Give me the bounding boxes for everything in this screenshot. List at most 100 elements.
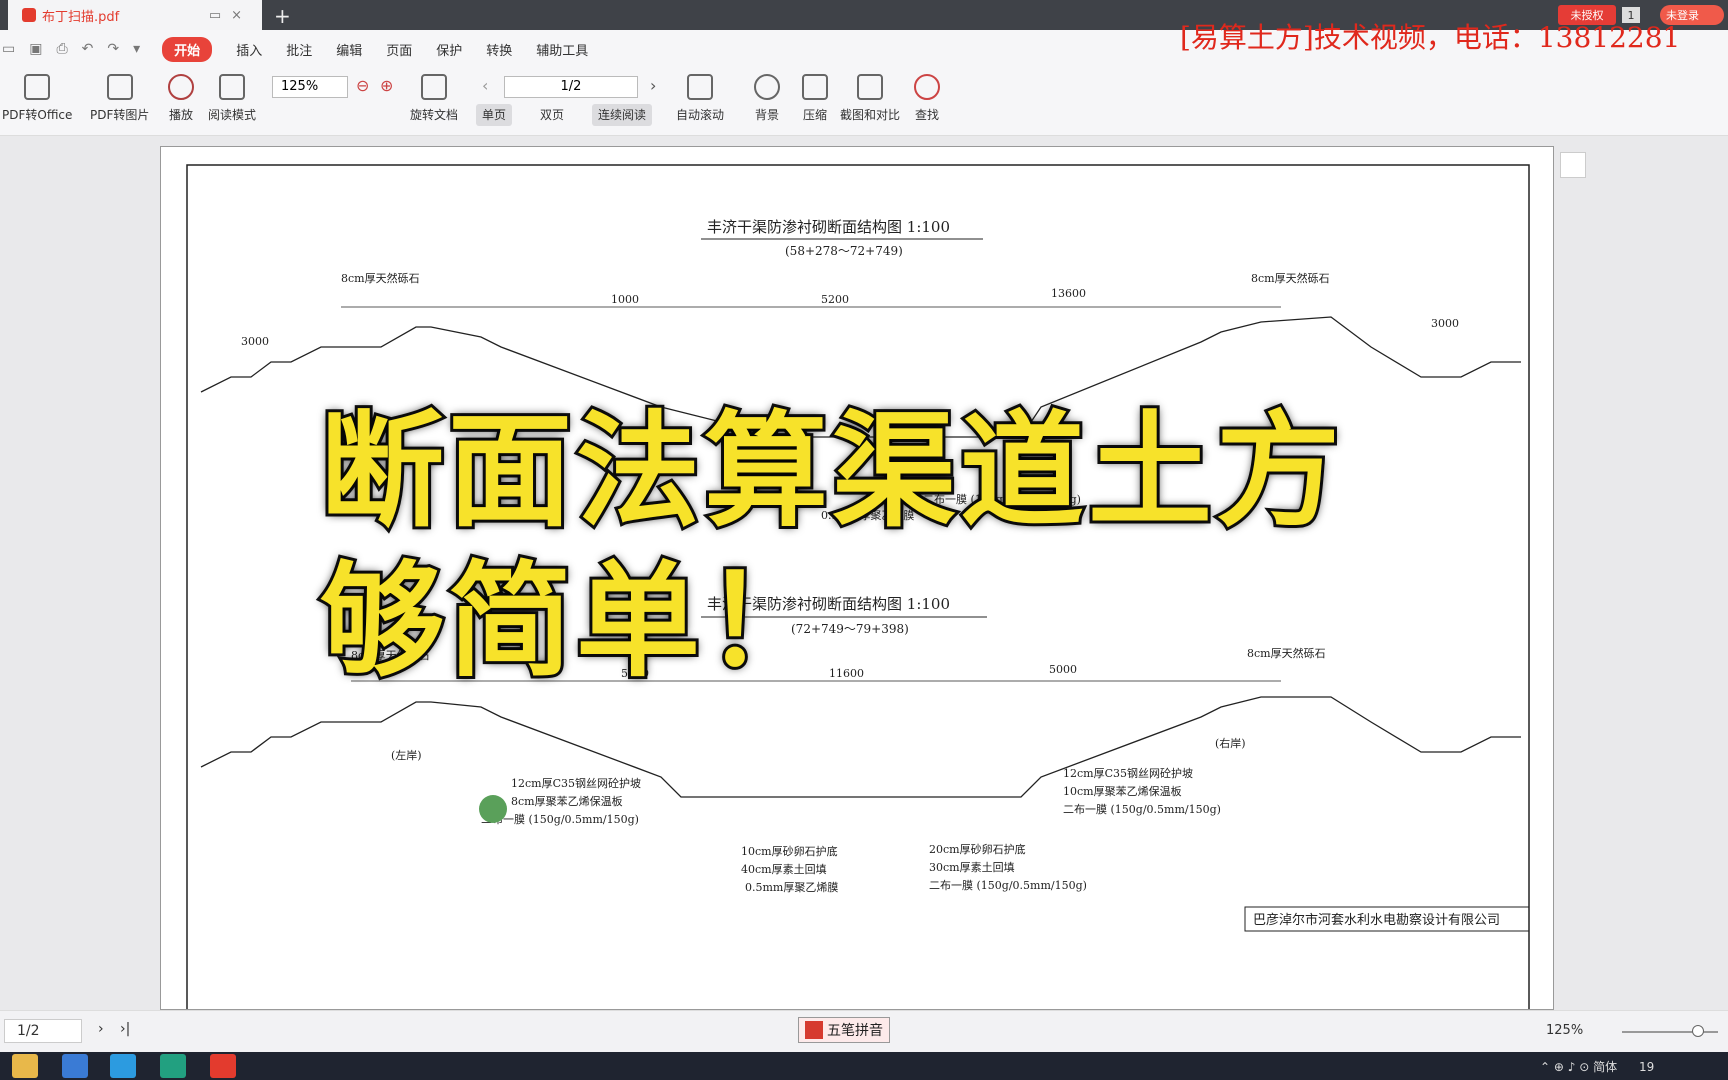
compress-icon — [802, 74, 828, 100]
layer-left-2: 8cm厚聚苯乙烯保温板 — [511, 794, 623, 808]
rotate-icon — [421, 74, 447, 100]
search-icon — [914, 74, 940, 100]
layer-left-1: 12cm厚C35钢丝网砼护坡 — [511, 776, 641, 790]
play-button[interactable]: 播放 — [168, 74, 194, 123]
book-icon — [219, 74, 245, 100]
menu-page[interactable]: 页面 — [386, 40, 412, 59]
ribbon-toolbar: PDF转Office PDF转图片 播放 阅读模式 125% ⊖ ⊕ 旋转文档 … — [0, 68, 1728, 136]
layer-right-2: 10cm厚聚苯乙烯保温板 — [1063, 784, 1182, 798]
stone-label-4: 8cm厚天然砾石 — [1247, 646, 1326, 660]
clock[interactable]: 19 — [1639, 1060, 1654, 1074]
app-icon[interactable] — [62, 1054, 88, 1078]
layer-right-1: 12cm厚C35钢丝网砼护坡 — [1063, 766, 1193, 780]
bottom-left-2: 40cm厚素土回填 — [741, 862, 827, 876]
right-bank-label: (右岸) — [1215, 736, 1246, 750]
zoom-slider[interactable] — [1622, 1025, 1718, 1037]
menu-start[interactable]: 开始 — [162, 36, 213, 62]
stone-label-1: 8cm厚天然砾石 — [341, 271, 420, 285]
menu-insert[interactable]: 插入 — [236, 40, 262, 59]
stone-label-2: 8cm厚天然砾石 — [1251, 271, 1330, 285]
thumbnail-icon[interactable] — [1560, 152, 1586, 178]
dim-5200-b: 13600 — [1051, 287, 1086, 300]
rotate-button[interactable]: 旋转文档 — [410, 74, 458, 123]
layer-right-3: 二布一膜 (150g/0.5mm/150g) — [1063, 803, 1221, 816]
bottom-right-1: 20cm厚砂卵石护底 — [929, 842, 1026, 856]
company-name: 巴彦淖尔市河套水利水电勘察设计有限公司 — [1253, 912, 1500, 928]
chevron-down-icon[interactable]: ▾ — [133, 41, 140, 57]
ime-label: 五笔拼音 — [827, 1023, 883, 1039]
zoom-out-icon[interactable]: ⊖ — [356, 76, 369, 95]
bottom-left-1: 10cm厚砂卵石护底 — [741, 844, 838, 858]
status-bar: 1/2 › ›| 五笔拼音 125% — [0, 1010, 1728, 1052]
zoom-in-icon[interactable]: ⊕ — [380, 76, 393, 95]
dim-13600: 5200 — [821, 293, 849, 306]
scroll-icon — [687, 74, 713, 100]
redo-icon[interactable]: ↷ — [107, 41, 119, 57]
dim-5200-a: 1000 — [611, 293, 639, 306]
zoom-select[interactable]: 125% — [272, 76, 348, 98]
print-icon[interactable]: ⎙ — [56, 41, 67, 57]
pdf-app-icon[interactable] — [210, 1054, 236, 1078]
double-page-button[interactable]: 双页 — [534, 104, 570, 126]
cursor-highlight — [479, 795, 507, 823]
play-icon — [168, 74, 194, 100]
last-page-icon[interactable]: ›| — [120, 1021, 130, 1037]
save-icon[interactable]: ▣ — [29, 41, 42, 57]
bottom-right-3: 二布一膜 (150g/0.5mm/150g) — [929, 879, 1087, 892]
single-page-button[interactable]: 单页 — [476, 104, 513, 126]
next-page-icon[interactable]: › — [98, 1021, 104, 1037]
dim-5000-b: 5000 — [1049, 663, 1077, 676]
background-button[interactable]: 背景 — [754, 74, 780, 123]
status-page-input[interactable]: 1/2 — [4, 1019, 82, 1043]
tab-title: 布丁扫描.pdf — [42, 9, 120, 25]
os-taskbar: ⌃ ⊕ ♪ ⊙ 简体 19 — [0, 1052, 1728, 1080]
read-mode-button[interactable]: 阅读模式 — [208, 74, 256, 123]
pdf-to-office-button[interactable]: PDF转Office — [2, 74, 72, 123]
new-tab-button[interactable]: + — [274, 4, 291, 28]
close-icon[interactable]: ▭× — [209, 8, 252, 23]
eye-icon — [754, 74, 780, 100]
crop-icon — [857, 74, 883, 100]
auto-scroll-button[interactable]: 自动滚动 — [676, 74, 724, 123]
menu-annotate[interactable]: 批注 — [286, 40, 312, 59]
menu-protect[interactable]: 保护 — [436, 40, 462, 59]
image-icon — [106, 74, 133, 100]
document-tab[interactable]: 布丁扫描.pdf ▭× — [8, 0, 262, 30]
compress-button[interactable]: 压缩 — [802, 74, 828, 123]
drawing-title-1: 丰济干渠防渗衬砌断面结构图 1:100 — [707, 218, 950, 236]
crop-compare-button[interactable]: 截图和对比 — [840, 74, 900, 123]
pdf-office-icon — [24, 74, 51, 100]
undo-icon[interactable]: ↶ — [82, 41, 94, 57]
menu-tabs: 开始 插入 批注 编辑 页面 保护 转换 辅助工具 — [162, 36, 588, 62]
page-number-input[interactable]: 1/2 — [504, 76, 638, 98]
menu-convert[interactable]: 转换 — [486, 40, 512, 59]
pdf-icon — [22, 8, 36, 22]
zoom-slider-knob[interactable] — [1692, 1025, 1704, 1037]
next-page-icon[interactable]: › — [650, 76, 656, 95]
dim-11600: 11600 — [829, 667, 864, 680]
drawing-range-1: (58+278～72+749) — [785, 244, 903, 258]
language-indicator[interactable]: 简体 — [1593, 1060, 1617, 1074]
ime-logo-icon — [805, 1021, 823, 1039]
file-explorer-icon[interactable] — [12, 1054, 38, 1078]
status-zoom[interactable]: 125% — [1546, 1023, 1583, 1038]
overlay-line-2: 够简单！ — [317, 547, 833, 697]
bottom-left-3: 0.5mm厚聚乙烯膜 — [745, 881, 838, 894]
dim-3000-b: 3000 — [1431, 317, 1459, 330]
tray-icons[interactable]: ⌃ ⊕ ♪ ⊙ — [1540, 1060, 1593, 1074]
prev-page-icon[interactable]: ‹ — [482, 76, 488, 95]
open-icon[interactable]: ▭ — [2, 41, 15, 57]
continuous-read-button[interactable]: 连续阅读 — [592, 104, 653, 126]
system-tray: ⌃ ⊕ ♪ ⊙ 简体 19 — [1540, 1058, 1654, 1075]
find-button[interactable]: 查找 — [914, 74, 940, 123]
pdf-to-image-button[interactable]: PDF转图片 — [90, 74, 149, 123]
quick-access-icons: ▭ ▣ ⎙ ↶ ↷ ▾ — [0, 41, 140, 57]
browser-icon[interactable] — [110, 1054, 136, 1078]
dim-3000-a: 3000 — [241, 335, 269, 348]
ime-indicator[interactable]: 五笔拼音 — [798, 1017, 890, 1043]
phone-banner: [易算土方]技术视频，电话：13812281 — [1180, 21, 1681, 54]
menu-tools[interactable]: 辅助工具 — [536, 40, 588, 59]
menu-edit[interactable]: 编辑 — [336, 40, 362, 59]
cad-icon[interactable] — [160, 1054, 186, 1078]
bottom-right-2: 30cm厚素土回填 — [929, 860, 1015, 874]
